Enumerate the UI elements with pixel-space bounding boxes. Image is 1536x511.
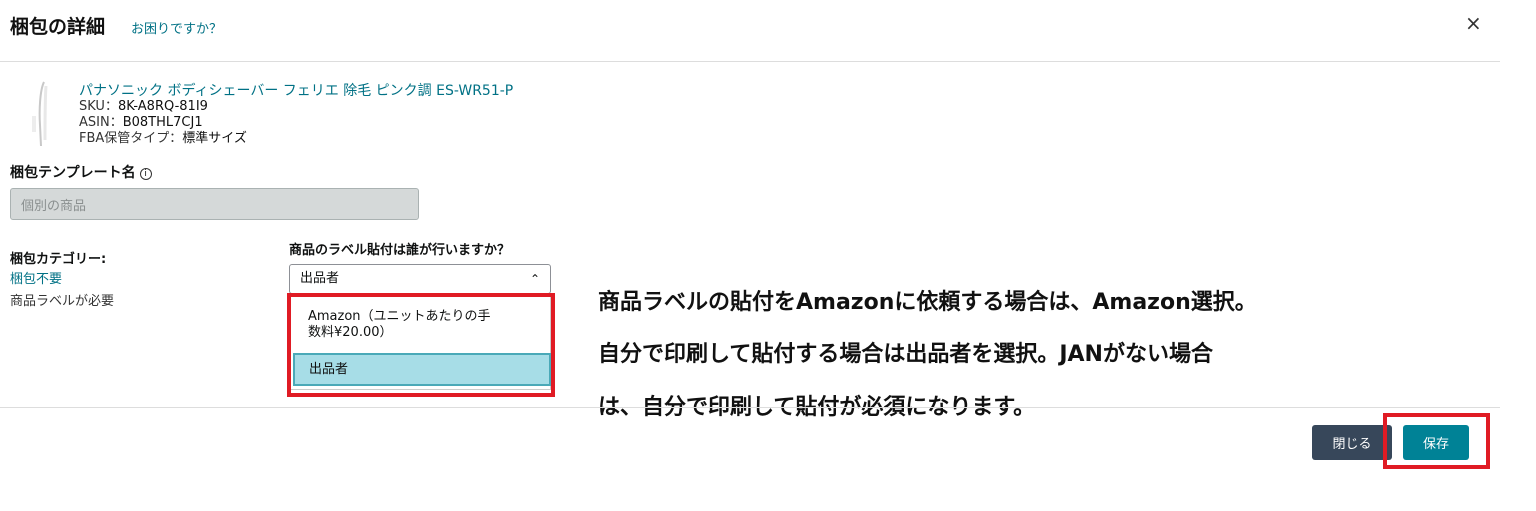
footer-divider: [0, 407, 1500, 408]
asin-row: ASIN：B08THL7CJ1: [79, 115, 203, 131]
annotation-line-2: 自分で印刷して貼付する場合は出品者を選択。JANがない場合: [598, 342, 1213, 367]
close-button[interactable]: 閉じる: [1312, 425, 1392, 460]
info-icon[interactable]: i: [139, 168, 152, 180]
label-required-note: 商品ラベルが必要: [10, 294, 115, 309]
product-image: [32, 81, 48, 147]
fba-type-value: 標準サイズ: [182, 131, 247, 146]
sku-row: SKU：8K-A8RQ-81I9: [79, 99, 208, 115]
fba-type-row: FBA保管タイプ：標準サイズ: [79, 131, 247, 147]
labeling-question: 商品のラベル貼付は誰が行いますか？: [289, 243, 511, 258]
asin-label: ASIN：: [79, 115, 123, 130]
labeling-select-value: 出品者: [300, 271, 340, 286]
modal-title: 梱包の詳細: [10, 16, 106, 38]
fba-type-label: FBA保管タイプ：: [79, 131, 183, 146]
help-link[interactable]: お困りですか？: [131, 18, 222, 37]
labeling-select[interactable]: 出品者 ⌃: [289, 264, 551, 294]
close-icon[interactable]: ×: [1465, 11, 1482, 35]
sku-label: SKU：: [79, 99, 118, 114]
sku-value: 8K-A8RQ-81I9: [117, 99, 208, 114]
annotation-line-3: は、自分で印刷して貼付が必須になります。: [598, 395, 1036, 420]
asin-value: B08THL7CJ1: [122, 115, 203, 130]
packing-category-label: 梱包カテゴリー:: [10, 252, 107, 267]
template-name-label: 梱包テンプレート名 i: [10, 162, 152, 182]
template-name-text: 梱包テンプレート名: [10, 165, 136, 181]
modal-header: 梱包の詳細 お困りですか？ ×: [0, 0, 1500, 62]
dropdown-highlight-box: [287, 293, 555, 397]
save-highlight-box: [1383, 413, 1490, 469]
product-name-link[interactable]: パナソニック ボディシェーバー フェリエ 除毛 ピンク調 ES-WR51-P: [79, 80, 513, 100]
template-name-input[interactable]: [10, 188, 419, 220]
chevron-up-icon: ⌃: [529, 272, 540, 286]
annotation-line-1: 商品ラベルの貼付をAmazonに依頼する場合は、Amazon選択。: [598, 290, 1257, 315]
packing-category-value[interactable]: 梱包不要: [10, 268, 62, 287]
